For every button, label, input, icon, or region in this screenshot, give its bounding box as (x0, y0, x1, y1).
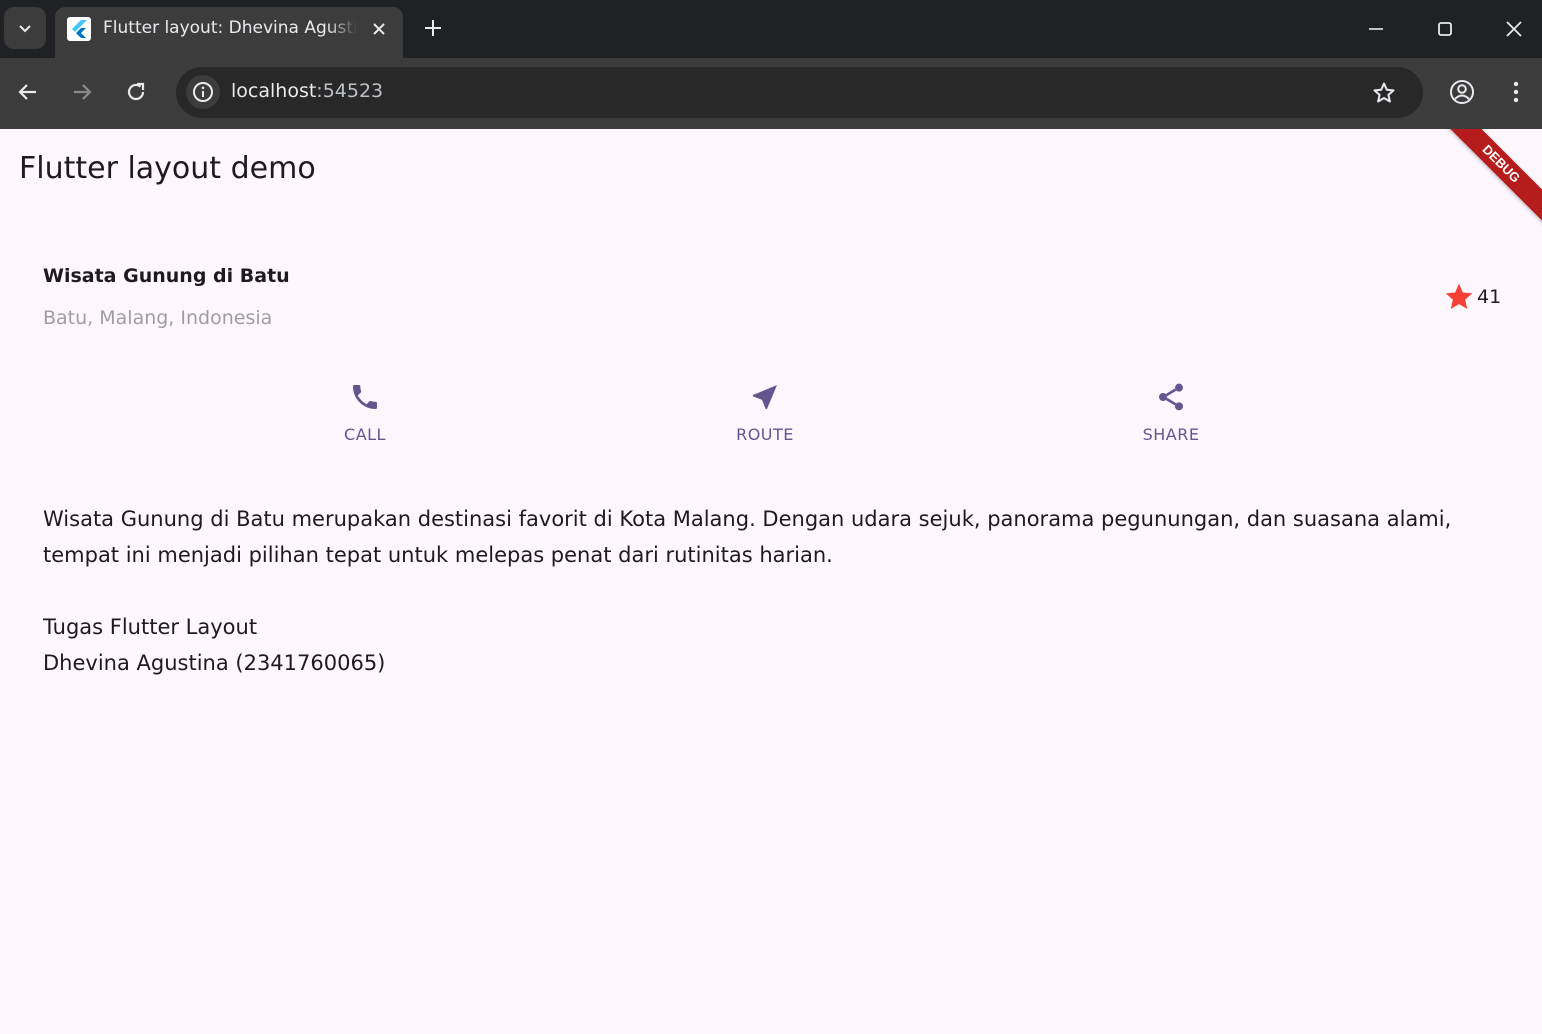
close-window-button[interactable] (1497, 12, 1531, 46)
share-action[interactable]: SHARE (1111, 379, 1231, 444)
tab-search-button[interactable] (4, 7, 46, 49)
address-bar[interactable]: localhost:54523 (176, 67, 1423, 118)
browser-tab[interactable]: Flutter layout: Dhevina Agustina (55, 7, 403, 58)
arrow-right-icon (74, 84, 92, 100)
maximize-button[interactable] (1428, 12, 1462, 46)
minimize-button[interactable] (1359, 12, 1393, 46)
description-text: Wisata Gunung di Batu merupakan destinas… (43, 507, 1452, 675)
share-icon (1153, 379, 1189, 415)
flutter-logo-icon (67, 17, 91, 41)
new-tab-button[interactable] (419, 14, 447, 42)
appbar-title: Flutter layout demo (19, 151, 316, 186)
place-title: Wisata Gunung di Batu (43, 265, 290, 287)
route-label: ROUTE (736, 425, 794, 444)
star-icon (1445, 283, 1473, 309)
rating: 41 (1443, 281, 1501, 313)
plus-icon (425, 20, 441, 36)
url-text: localhost:54523 (231, 80, 383, 102)
minimize-icon (1369, 28, 1383, 30)
call-action[interactable]: CALL (305, 379, 425, 444)
more-vert-icon (1513, 81, 1519, 103)
close-icon (373, 23, 385, 35)
place-location: Batu, Malang, Indonesia (43, 307, 273, 329)
forward-button[interactable] (64, 74, 100, 110)
arrow-left-icon (18, 84, 36, 100)
call-label: CALL (344, 425, 386, 444)
browser-menu-button[interactable] (1498, 74, 1534, 110)
browser-tabstrip: Flutter layout: Dhevina Agustina (0, 0, 1542, 58)
site-info-button[interactable] (186, 75, 220, 109)
reload-button[interactable] (118, 74, 154, 110)
reload-icon (127, 82, 145, 101)
url-port: :54523 (316, 80, 384, 102)
star-outline-icon (1373, 82, 1395, 103)
rating-count: 41 (1477, 286, 1502, 308)
chevron-down-icon (19, 25, 31, 33)
bookmark-button[interactable] (1368, 77, 1400, 109)
call-icon (347, 379, 383, 415)
share-label: SHARE (1142, 425, 1200, 444)
tab-close-button[interactable] (367, 17, 391, 41)
profile-button[interactable] (1444, 74, 1480, 110)
browser-toolbar: localhost:54523 (0, 58, 1542, 129)
maximize-icon (1438, 22, 1452, 36)
close-icon (1506, 21, 1522, 37)
account-circle-icon (1450, 80, 1474, 104)
app-viewport: Flutter layout demo DEBUG Wisata Gunung … (0, 129, 1542, 1034)
back-button[interactable] (10, 74, 46, 110)
info-icon (193, 82, 213, 102)
tab-title: Flutter layout: Dhevina Agustina (103, 18, 357, 38)
debug-banner: DEBUG (1440, 129, 1542, 225)
url-host: localhost (231, 80, 317, 102)
route-action[interactable]: ROUTE (705, 379, 825, 444)
route-icon (747, 379, 783, 415)
